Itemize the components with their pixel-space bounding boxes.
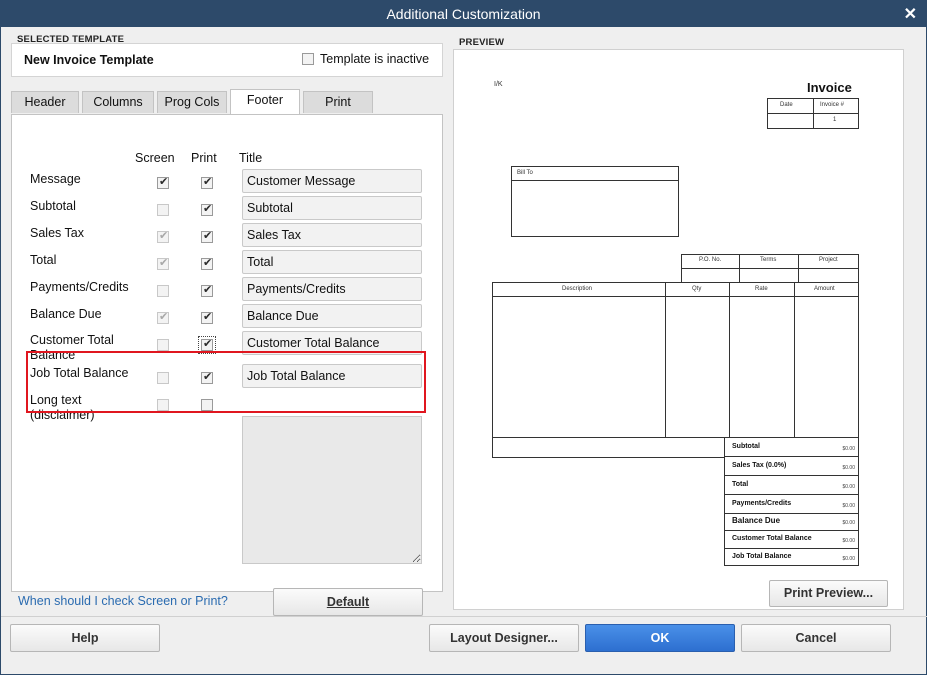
long-text-input[interactable]	[242, 416, 422, 564]
totals-row-subtotal: Subtotal $0.00	[725, 438, 859, 457]
tab-header[interactable]: Header	[11, 91, 79, 113]
message-screen-checkbox[interactable]	[157, 175, 169, 189]
total-title-input[interactable]	[242, 250, 422, 274]
tab-print[interactable]: Print	[303, 91, 373, 113]
line-items-table	[492, 282, 859, 458]
row-label-message: Message	[30, 172, 81, 186]
invoice-date-label: Date	[780, 102, 793, 108]
payments-credits-screen-checkbox	[157, 285, 169, 297]
balance-due-print-checkbox[interactable]	[201, 310, 213, 324]
cancel-button[interactable]: Cancel	[741, 624, 891, 652]
customer-total-balance-title-input[interactable]	[242, 331, 422, 355]
subtotal-screen-checkbox	[157, 204, 169, 216]
sales-tax-title-input[interactable]	[242, 223, 422, 247]
terms-label: Terms	[760, 257, 777, 263]
close-icon[interactable]: ✕	[904, 4, 917, 24]
long-text-print-checkbox[interactable]	[201, 399, 213, 411]
job-total-balance-print-checkbox[interactable]	[201, 370, 213, 384]
column-amount-label: Amount	[814, 286, 835, 292]
ok-button[interactable]: OK	[585, 624, 735, 652]
balance-due-screen-checkbox	[157, 310, 169, 324]
window-title: Additional Customization	[386, 6, 541, 22]
project-label: Project	[819, 257, 838, 263]
row-label-payments-credits: Payments/Credits	[30, 280, 129, 294]
long-text-screen-checkbox	[157, 399, 169, 411]
invoice-logo-text: I/K	[494, 81, 503, 88]
tab-columns[interactable]: Columns	[82, 91, 154, 113]
row-label-sales-tax: Sales Tax	[30, 226, 84, 240]
row-label-long-text: Long text (disclaimer)	[30, 393, 95, 422]
invoice-doc-title: Invoice	[807, 80, 852, 95]
footer-divider	[1, 616, 927, 617]
payments-credits-print-checkbox[interactable]	[201, 283, 213, 297]
tab-footer[interactable]: Footer	[230, 89, 300, 114]
sales-tax-screen-checkbox	[157, 229, 169, 243]
payments-credits-title-input[interactable]	[242, 277, 422, 301]
invoice-number-value: 1	[833, 117, 837, 123]
subtotal-print-checkbox[interactable]	[201, 202, 213, 216]
balance-due-title-input[interactable]	[242, 304, 422, 328]
job-total-balance-title-input[interactable]	[242, 364, 422, 388]
screen-or-print-help-link[interactable]: When should I check Screen or Print?	[18, 594, 228, 608]
totals-row-total: Total $0.00	[725, 476, 859, 495]
message-title-input[interactable]	[242, 169, 422, 193]
column-header-title: Title	[239, 151, 263, 165]
row-label-customer-total-balance: Customer Total Balance	[30, 333, 114, 362]
preview-panel: I/K Invoice Date Invoice # 1 Bill To P.O…	[453, 49, 904, 610]
layout-designer-button[interactable]: Layout Designer...	[429, 624, 579, 652]
preview-label: PREVIEW	[459, 37, 505, 48]
totals-box: Subtotal $0.00 Sales Tax (0.0%) $0.00 Tota…	[724, 437, 859, 566]
totals-row-balance-due: Balance Due $0.00	[725, 512, 859, 531]
row-label-total: Total	[30, 253, 57, 267]
column-header-print: Print	[191, 151, 217, 165]
template-name: New Invoice Template	[24, 53, 154, 67]
subtotal-title-input[interactable]	[242, 196, 422, 220]
totals-row-customer-total-balance: Customer Total Balance $0.00	[725, 530, 859, 549]
row-label-job-total-balance: Job Total Balance	[30, 366, 129, 380]
customer-total-balance-print-checkbox[interactable]	[198, 336, 216, 354]
message-print-checkbox[interactable]	[201, 175, 213, 189]
title-bar: Additional Customization ✕	[0, 0, 927, 27]
help-button[interactable]: Help	[10, 624, 160, 652]
po-number-label: P.O. No.	[699, 257, 722, 263]
sales-tax-print-checkbox[interactable]	[201, 229, 213, 243]
total-print-checkbox[interactable]	[201, 256, 213, 270]
tab-prog-cols[interactable]: Prog Cols	[157, 91, 227, 113]
default-button[interactable]: Default	[273, 588, 423, 616]
invoice-preview: I/K Invoice Date Invoice # 1 Bill To P.O…	[454, 50, 905, 611]
template-inactive-checkbox[interactable]	[302, 53, 314, 65]
print-preview-button[interactable]: Print Preview...	[769, 580, 888, 607]
row-label-balance-due: Balance Due	[30, 307, 102, 321]
tab-strip: Header Columns Prog Cols Footer Print	[11, 89, 443, 114]
template-inactive-label: Template is inactive	[320, 52, 430, 66]
column-header-screen: Screen	[135, 151, 175, 165]
column-rate-label: Rate	[755, 286, 768, 292]
selected-template-box: New Invoice Template Template is inactiv…	[11, 43, 443, 77]
bill-to-box	[511, 166, 679, 237]
job-total-balance-screen-checkbox	[157, 372, 169, 384]
row-label-subtotal: Subtotal	[30, 199, 76, 213]
totals-row-job-total-balance: Job Total Balance $0.00	[732, 553, 855, 562]
dialog-body: SELECTED TEMPLATE New Invoice Template T…	[0, 27, 927, 675]
bill-to-label: Bill To	[517, 170, 533, 176]
total-screen-checkbox	[157, 256, 169, 270]
template-inactive-toggle[interactable]: Template is inactive	[302, 52, 429, 66]
footer-tab-panel: Screen Print Title Message Subtotal Sale…	[11, 114, 443, 592]
customer-total-balance-screen-checkbox	[157, 339, 169, 351]
column-qty-label: Qty	[692, 286, 702, 292]
invoice-number-label: Invoice #	[820, 102, 845, 108]
totals-row-sales-tax: Sales Tax (0.0%) $0.00	[725, 457, 859, 476]
column-description-label: Description	[562, 286, 593, 292]
